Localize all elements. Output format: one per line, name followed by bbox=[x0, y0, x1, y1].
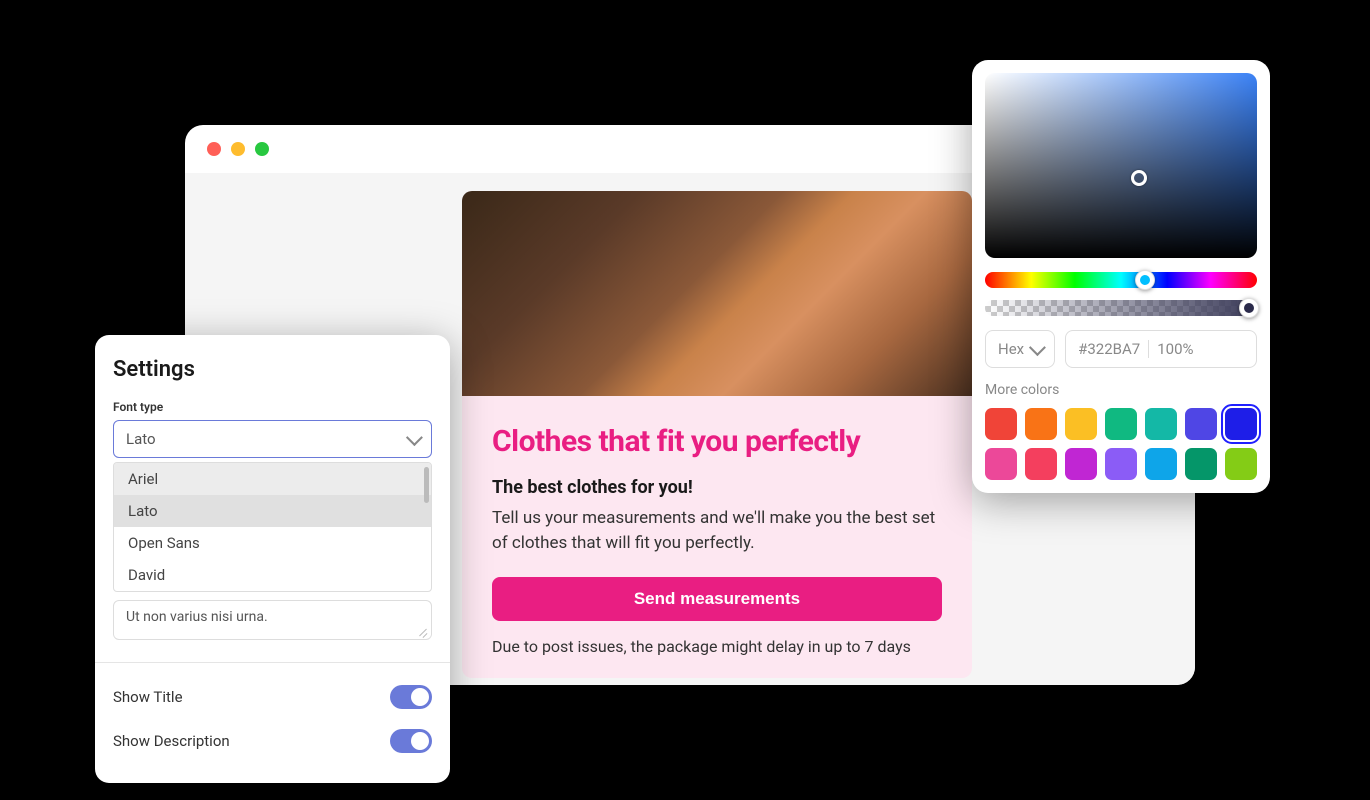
close-window-button[interactable] bbox=[207, 142, 221, 156]
show-description-row: Show Description bbox=[95, 719, 450, 763]
color-format-select[interactable]: Hex bbox=[985, 330, 1055, 368]
minimize-window-button[interactable] bbox=[231, 142, 245, 156]
input-separator bbox=[1148, 340, 1149, 358]
color-saturation-canvas[interactable] bbox=[985, 73, 1257, 258]
promo-note: Due to post issues, the package might de… bbox=[492, 637, 942, 656]
color-swatch[interactable] bbox=[1185, 448, 1217, 480]
font-type-value: Lato bbox=[126, 430, 156, 448]
color-swatch[interactable] bbox=[1025, 448, 1057, 480]
hex-input[interactable]: #322BA7 100% bbox=[1065, 330, 1257, 368]
settings-divider bbox=[95, 662, 450, 663]
hex-value: #322BA7 bbox=[1078, 340, 1140, 358]
settings-panel: Settings Font type Lato Ariel Lato Open … bbox=[95, 335, 450, 783]
color-swatch[interactable] bbox=[985, 448, 1017, 480]
color-swatch[interactable] bbox=[1025, 408, 1057, 440]
color-swatch[interactable] bbox=[1225, 448, 1257, 480]
promo-subtitle: The best clothes for you! bbox=[492, 477, 942, 498]
promo-card-body: Clothes that fit you perfectly The best … bbox=[462, 396, 972, 678]
color-swatch[interactable] bbox=[1145, 408, 1177, 440]
color-swatch[interactable] bbox=[1225, 408, 1257, 440]
textarea-value: Ut non varius nisi urna. bbox=[126, 609, 268, 625]
settings-title: Settings bbox=[95, 357, 450, 382]
hue-slider-thumb[interactable] bbox=[1135, 270, 1155, 290]
send-measurements-button[interactable]: Send measurements bbox=[492, 577, 942, 621]
alpha-slider[interactable] bbox=[985, 300, 1257, 316]
resize-handle-icon[interactable] bbox=[417, 625, 429, 637]
description-textarea[interactable]: Ut non varius nisi urna. bbox=[113, 600, 432, 640]
color-swatch[interactable] bbox=[1065, 448, 1097, 480]
more-colors-label: More colors bbox=[985, 382, 1257, 398]
maximize-window-button[interactable] bbox=[255, 142, 269, 156]
promo-title: Clothes that fit you perfectly bbox=[492, 424, 942, 459]
color-swatch[interactable] bbox=[1105, 448, 1137, 480]
promo-description: Tell us your measurements and we'll make… bbox=[492, 506, 942, 555]
font-type-label: Font type bbox=[113, 400, 432, 414]
show-title-row: Show Title bbox=[95, 675, 450, 719]
font-type-select[interactable]: Lato bbox=[113, 420, 432, 458]
font-option-lato[interactable]: Lato bbox=[114, 495, 431, 527]
font-option-david[interactable]: David bbox=[114, 559, 431, 591]
color-input-row: Hex #322BA7 100% bbox=[985, 330, 1257, 368]
promo-hero-image bbox=[462, 191, 972, 396]
hue-slider[interactable] bbox=[985, 272, 1257, 288]
opacity-value: 100% bbox=[1157, 340, 1193, 358]
promo-card: Clothes that fit you perfectly The best … bbox=[462, 191, 972, 678]
show-title-toggle[interactable] bbox=[390, 685, 432, 709]
show-description-toggle[interactable] bbox=[390, 729, 432, 753]
color-swatch[interactable] bbox=[1065, 408, 1097, 440]
color-swatch[interactable] bbox=[1145, 448, 1177, 480]
color-canvas-marker[interactable] bbox=[1131, 170, 1147, 186]
show-description-label: Show Description bbox=[113, 732, 230, 750]
color-swatch[interactable] bbox=[1185, 408, 1217, 440]
font-option-ariel[interactable]: Ariel bbox=[114, 463, 431, 495]
dropdown-scrollbar[interactable] bbox=[424, 467, 429, 503]
color-swatch[interactable] bbox=[985, 408, 1017, 440]
chevron-down-icon bbox=[406, 429, 423, 446]
font-option-open-sans[interactable]: Open Sans bbox=[114, 527, 431, 559]
show-title-label: Show Title bbox=[113, 688, 183, 706]
chevron-down-icon bbox=[1029, 339, 1046, 356]
swatch-grid bbox=[985, 408, 1257, 480]
color-swatch[interactable] bbox=[1105, 408, 1137, 440]
font-type-dropdown: Ariel Lato Open Sans David bbox=[113, 462, 432, 592]
color-picker-panel: Hex #322BA7 100% More colors bbox=[972, 60, 1270, 493]
color-format-value: Hex bbox=[998, 340, 1024, 358]
alpha-slider-thumb[interactable] bbox=[1239, 298, 1259, 318]
